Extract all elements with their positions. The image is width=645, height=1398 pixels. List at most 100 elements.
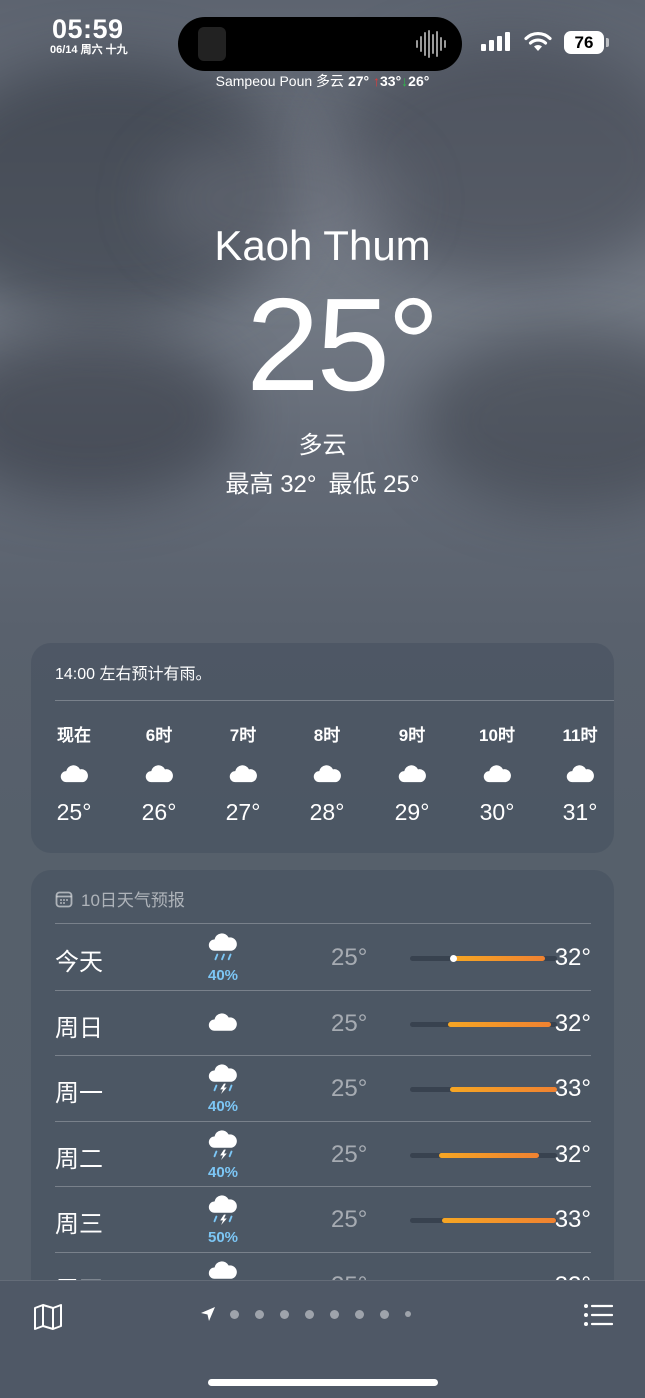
- hour-temp: 25°: [56, 798, 92, 825]
- thunderstorm-icon: [208, 1064, 237, 1095]
- thunderstorm-icon: [208, 1129, 237, 1160]
- hour-label: 9时: [398, 726, 426, 745]
- hour-label: 6时: [145, 726, 173, 745]
- forecast-day: 周三: [55, 1211, 103, 1238]
- hour-item: 7时 27°: [213, 721, 273, 826]
- precipitation-chance: 40%: [207, 1098, 239, 1115]
- forecast-row[interactable]: 周日 25° 32°: [55, 990, 591, 1055]
- forecast-low: 25°: [331, 1140, 368, 1168]
- page-dot[interactable]: [230, 1309, 239, 1319]
- hour-item: 6时 26°: [129, 721, 189, 826]
- forecast-icon-wrap: 40%: [201, 1127, 245, 1181]
- forecast-low: 25°: [331, 944, 368, 971]
- cloud-icon: [398, 765, 426, 783]
- temperature-range-fill: [448, 1021, 552, 1027]
- hourly-summary: 14:00 左右预计有雨。: [55, 666, 212, 683]
- cloud-icon: [313, 765, 341, 783]
- temperature-range-bar: [410, 955, 557, 962]
- list-icon[interactable]: [583, 1303, 613, 1327]
- hourly-forecast-card[interactable]: 14:00 左右预计有雨。 现在 25° 6时 26° 7时 27° 8时 28° 9时 29° 1…: [31, 643, 614, 853]
- cellular-signal-icon: [481, 32, 510, 51]
- page-dot[interactable]: [330, 1309, 339, 1319]
- page-dot[interactable]: [305, 1309, 314, 1319]
- temperature-range-bar: [410, 1218, 557, 1223]
- forecast-day: 今天: [55, 949, 103, 976]
- cloud-icon: [145, 765, 173, 783]
- wifi-icon: [524, 31, 552, 51]
- low-temp: 最低 25°: [328, 471, 420, 498]
- audio-waveform-icon: [416, 29, 446, 59]
- now-playing-artwork: [198, 27, 226, 61]
- ticker-up-arrow-icon: ↑: [373, 73, 380, 89]
- status-bar: 05:59 06/14 周六 十九 76 Sampeou Poun 多云 27°…: [0, 0, 645, 90]
- dynamic-island[interactable]: [178, 17, 462, 71]
- ten-day-forecast-card[interactable]: 10日天气预报 今天 40% 25° 32° 周日 25° 32° 周一 40% 25° 33° 周二…: [31, 870, 614, 1310]
- forecast-row[interactable]: 周一 40% 25° 33°: [55, 1055, 591, 1120]
- hour-item: 10时 30°: [467, 721, 527, 826]
- temperature-range-fill: [452, 956, 546, 961]
- hourly-divider: [55, 700, 614, 701]
- page-dot[interactable]: [380, 1309, 389, 1319]
- forecast-day: 周二: [55, 1145, 103, 1173]
- forecast-icon-wrap: 50%: [201, 1192, 245, 1246]
- precipitation-chance: 40%: [207, 967, 239, 984]
- temperature-range-fill: [449, 1087, 557, 1092]
- hour-label: 现在: [57, 726, 91, 745]
- forecast-icon-wrap: [201, 996, 245, 1041]
- ticker-low: 26°: [408, 73, 430, 89]
- forecast-low: 25°: [331, 1075, 368, 1102]
- page-indicator[interactable]: [200, 1306, 427, 1322]
- bottom-toolbar: [0, 1280, 645, 1398]
- forecast-day: 周一: [55, 1080, 103, 1107]
- temperature-range-bar: [410, 1152, 557, 1158]
- hour-temp: 28°: [309, 798, 345, 825]
- hour-label: 7时: [229, 726, 257, 745]
- cloud-icon: [208, 1012, 237, 1031]
- hour-temp: 26°: [141, 798, 177, 825]
- forecast-row[interactable]: 周三 50% 25° 33°: [55, 1186, 591, 1251]
- page-dot[interactable]: [405, 1311, 411, 1317]
- cloud-icon: [60, 765, 88, 783]
- high-temp: 最高 32°: [225, 471, 317, 498]
- forecast-row[interactable]: 今天 40% 25° 32°: [55, 924, 591, 989]
- hour-item: 9时 29°: [382, 721, 442, 826]
- hour-label: 10时: [479, 726, 515, 745]
- forecast-high: 33°: [554, 1075, 591, 1102]
- forecast-header: 10日天气预报: [55, 886, 185, 911]
- home-indicator[interactable]: [208, 1379, 438, 1386]
- rain-cloud-icon: [208, 933, 237, 961]
- forecast-low: 25°: [331, 1206, 368, 1233]
- battery-tip: [606, 38, 609, 47]
- battery-indicator: 76: [564, 31, 604, 54]
- current-condition: 多云: [298, 432, 347, 459]
- precipitation-chance: 50%: [207, 1229, 239, 1246]
- cloud-icon: [566, 765, 594, 783]
- calendar-icon: [55, 891, 73, 907]
- forecast-high: 32°: [554, 944, 591, 971]
- temperature-range-fill: [439, 1152, 540, 1158]
- status-weather-ticker: Sampeou Poun 多云 27° ↑33°↓26°: [0, 71, 645, 91]
- page-dot[interactable]: [355, 1309, 364, 1319]
- forecast-icon-wrap: 40%: [201, 930, 245, 984]
- forecast-high: 32°: [554, 1140, 591, 1168]
- forecast-day: 周日: [55, 1014, 103, 1042]
- forecast-high: 32°: [554, 1009, 591, 1037]
- map-icon[interactable]: [33, 1303, 63, 1331]
- current-temp-marker: [449, 955, 457, 962]
- forecast-row[interactable]: 周二 40% 25° 32°: [55, 1121, 591, 1186]
- hour-item: 11时 31°: [550, 721, 610, 826]
- temperature-range-fill: [442, 1218, 556, 1223]
- thunderstorm-icon: [208, 1195, 237, 1226]
- location-arrow-icon[interactable]: [200, 1306, 216, 1322]
- page-dot[interactable]: [255, 1309, 264, 1319]
- ticker-location: Sampeou Poun 多云: [215, 73, 345, 89]
- ticker-high: 33°: [380, 73, 402, 89]
- status-date: 06/14 周六 十九: [50, 44, 128, 56]
- ticker-current: 27°: [347, 73, 370, 89]
- temperature-range-bar: [410, 1021, 557, 1027]
- forecast-title: 10日天气预报: [81, 891, 185, 910]
- precipitation-chance: 40%: [207, 1163, 239, 1181]
- forecast-high: 33°: [554, 1206, 591, 1233]
- hour-item: 现在 25°: [44, 721, 104, 826]
- page-dot[interactable]: [280, 1309, 289, 1319]
